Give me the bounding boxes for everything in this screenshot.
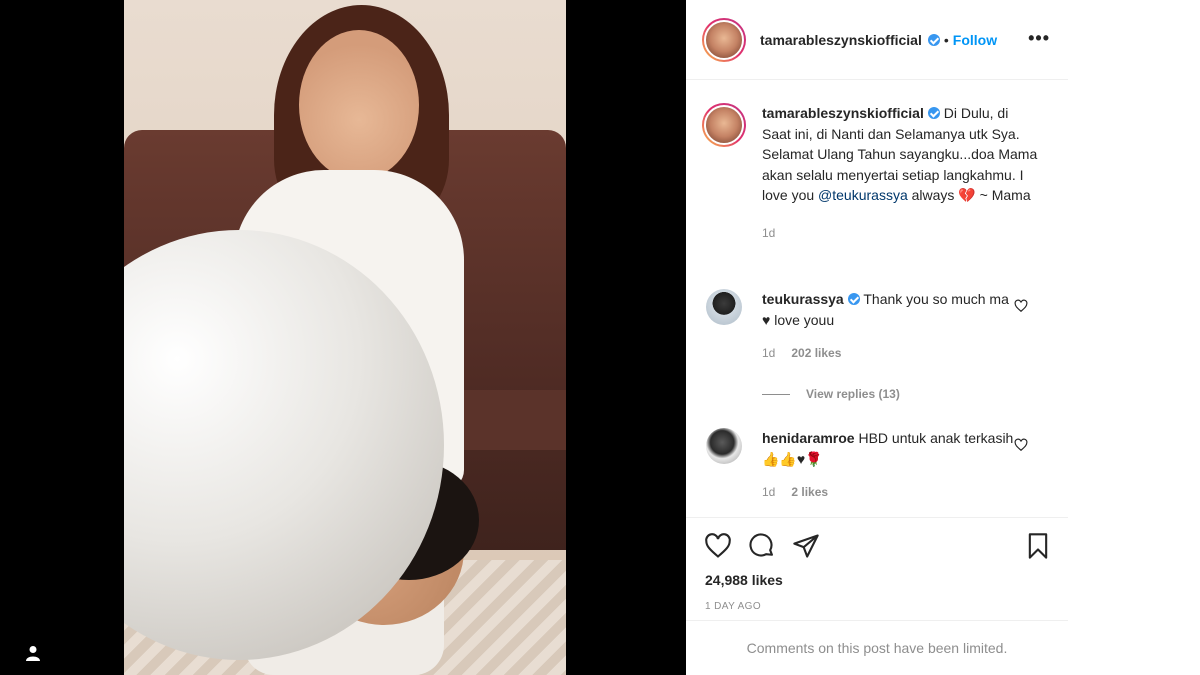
verified-icon [927, 107, 940, 119]
replies-divider [762, 393, 790, 395]
post-header: tamarableszynskiofficial • Follow ••• [686, 0, 1068, 80]
comment-icon[interactable] [748, 532, 776, 565]
profile-icon[interactable] [24, 644, 42, 662]
author-avatar[interactable] [702, 17, 746, 62]
view-replies-label: View replies (13) [806, 387, 900, 401]
comment-likes[interactable]: 202 likes [791, 343, 841, 364]
likes-count[interactable]: 24,988 likes [705, 572, 783, 588]
share-icon[interactable] [792, 532, 820, 565]
comment-username[interactable]: teukurassya [762, 291, 844, 307]
comments-limited-notice: Comments on this post have been limited. [686, 620, 1068, 675]
separator-dot: • [943, 31, 949, 48]
bookmark-icon[interactable] [1024, 532, 1052, 565]
post-caption: tamarableszynskiofficial Di Dulu, di Saa… [702, 103, 1052, 244]
caption-mention[interactable]: @teukurassya [818, 187, 908, 203]
caption-username[interactable]: tamarableszynskiofficial [762, 105, 924, 121]
post-media-pane [0, 0, 686, 675]
caption-time[interactable]: 1d [762, 223, 1038, 244]
post-photo[interactable] [124, 0, 566, 675]
comment-time[interactable]: 1d [762, 343, 775, 364]
heart-icon[interactable] [704, 532, 732, 565]
comment-username[interactable]: henidaramroe [762, 430, 855, 446]
comment-like-icon[interactable] [1014, 299, 1028, 313]
post-timestamp[interactable]: 1 DAY AGO [705, 601, 761, 612]
comment-time[interactable]: 1d [762, 482, 775, 503]
author-username[interactable]: tamarableszynskiofficial [760, 32, 922, 48]
view-replies-button[interactable]: View replies (13) [762, 387, 900, 401]
caption-text-2: always 💔 ~ Mama [907, 187, 1031, 204]
comment-like-icon[interactable] [1014, 438, 1028, 452]
comment-item: teukurassya Thank you so much ma ♥ love … [702, 289, 1052, 364]
post-actions: 24,988 likes 1 DAY AGO [686, 517, 1068, 612]
caption-avatar[interactable] [702, 103, 746, 147]
comments-list[interactable]: tamarableszynskiofficial Di Dulu, di Saa… [686, 81, 1068, 517]
commenter-avatar[interactable] [706, 428, 742, 464]
post-sidebar: tamarableszynskiofficial • Follow ••• ta… [686, 0, 1068, 675]
comment-item: henidaramroe HBD untuk anak terkasih 👍👍♥… [702, 428, 1052, 503]
commenter-avatar[interactable] [706, 289, 742, 325]
comment-likes[interactable]: 2 likes [791, 482, 828, 503]
verified-icon [847, 293, 860, 305]
verified-icon [927, 33, 940, 46]
follow-button[interactable]: Follow [953, 32, 997, 48]
more-icon[interactable]: ••• [1028, 28, 1050, 49]
photo-woman-face [299, 30, 419, 180]
page-margin [1068, 0, 1200, 675]
